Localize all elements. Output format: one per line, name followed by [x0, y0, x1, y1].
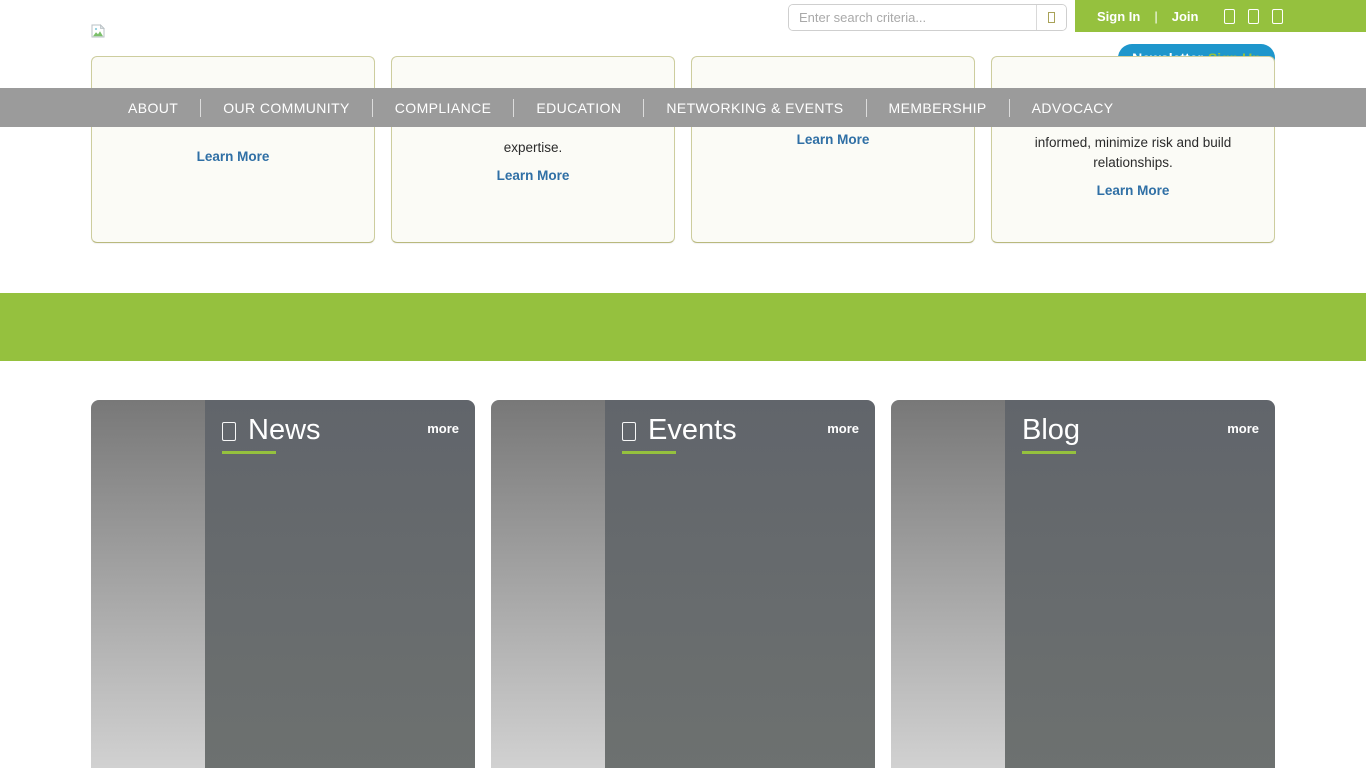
card-text: relationships.: [992, 153, 1274, 173]
learn-more-link[interactable]: Learn More: [197, 149, 270, 164]
panel-header: Events: [622, 412, 737, 448]
events-more-link[interactable]: more: [827, 421, 859, 436]
panel-header: Blog: [1022, 412, 1080, 448]
nav-item-education[interactable]: EDUCATION: [514, 100, 643, 116]
site-logo-broken-image-icon[interactable]: [91, 24, 105, 38]
panel-body: [1005, 400, 1275, 768]
green-banner: [0, 293, 1366, 361]
feature-card-1: Learn More: [91, 56, 375, 243]
events-panel: Events more: [491, 400, 875, 768]
panel-title: News: [248, 412, 321, 448]
feature-card-2: expertise. Learn More: [391, 56, 675, 243]
feature-card-4: informed, minimize risk and build relati…: [991, 56, 1275, 243]
learn-more-link[interactable]: Learn More: [797, 132, 870, 147]
search-button[interactable]: [1036, 5, 1066, 30]
panel-image-strip: [91, 400, 205, 768]
nav-item-compliance[interactable]: COMPLIANCE: [373, 100, 514, 116]
panel-body: [605, 400, 875, 768]
main-nav: ABOUT OUR COMMUNITY COMPLIANCE EDUCATION…: [0, 88, 1366, 127]
social-icon-2[interactable]: [1248, 9, 1259, 24]
sign-in-link[interactable]: Sign In: [1097, 9, 1140, 24]
learn-more-link[interactable]: Learn More: [1097, 183, 1170, 198]
title-underline: [622, 451, 676, 454]
card-text: informed, minimize risk and build: [992, 133, 1274, 153]
page: Sign In | Join Newsletter Sign Up Learn …: [0, 0, 1366, 768]
social-icons: [1224, 9, 1283, 24]
panel-image-strip: [891, 400, 1005, 768]
search-input[interactable]: [789, 5, 1036, 30]
nav-item-networking-events[interactable]: NETWORKING & EVENTS: [644, 100, 865, 116]
blog-more-link[interactable]: more: [1227, 421, 1259, 436]
social-icon-1[interactable]: [1224, 9, 1235, 24]
blog-panel: Blog more: [891, 400, 1275, 768]
title-underline: [1022, 451, 1076, 454]
feature-card-3: Learn More: [691, 56, 975, 243]
nav-item-membership[interactable]: MEMBERSHIP: [867, 100, 1009, 116]
news-panel: News more: [91, 400, 475, 768]
placeholder-glyph-icon: [222, 422, 236, 441]
nav-item-our-community[interactable]: OUR COMMUNITY: [201, 100, 372, 116]
nav-item-advocacy[interactable]: ADVOCACY: [1010, 100, 1136, 116]
panel-header: News: [222, 412, 321, 448]
panel-image-strip: [491, 400, 605, 768]
panel-title: Blog: [1022, 412, 1080, 448]
search-box: [788, 4, 1067, 31]
panel-title: Events: [648, 412, 737, 448]
join-link[interactable]: Join: [1172, 9, 1199, 24]
learn-more-link[interactable]: Learn More: [497, 168, 570, 183]
placeholder-glyph-icon: [622, 422, 636, 441]
nav-item-about[interactable]: ABOUT: [106, 100, 200, 116]
panel-body: [205, 400, 475, 768]
search-icon: [1048, 12, 1055, 23]
social-icon-3[interactable]: [1272, 9, 1283, 24]
topbar-separator: |: [1154, 9, 1157, 24]
title-underline: [222, 451, 276, 454]
news-more-link[interactable]: more: [427, 421, 459, 436]
account-topbar: Sign In | Join: [1075, 0, 1366, 32]
card-text: expertise.: [392, 138, 674, 158]
